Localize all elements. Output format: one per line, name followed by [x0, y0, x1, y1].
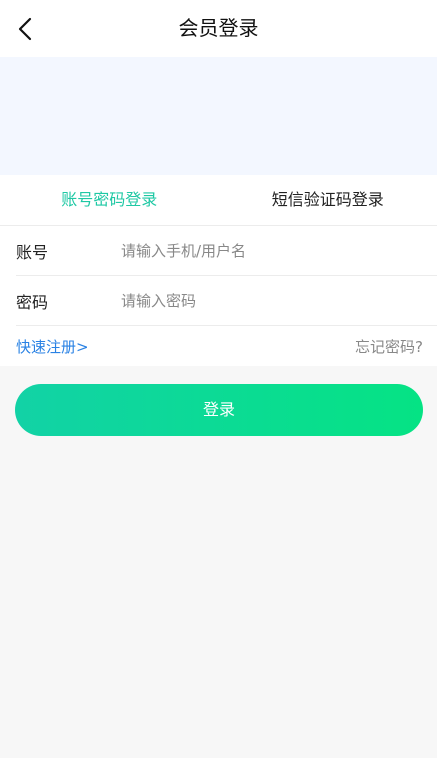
tab-sms-login[interactable]: 短信验证码登录 — [219, 175, 437, 225]
top-bar: 会员登录 — [0, 0, 437, 57]
quick-register-link[interactable]: 快速注册> — [16, 336, 89, 357]
account-row: 账号 — [16, 226, 437, 276]
password-input[interactable] — [121, 291, 437, 310]
account-input[interactable] — [121, 241, 437, 260]
login-form: 账号 密码 快速注册> 忘记密码? — [0, 226, 437, 366]
page-title: 会员登录 — [178, 16, 259, 40]
login-button[interactable]: 登录 — [15, 384, 423, 436]
banner-area — [0, 57, 437, 175]
chevron-left-icon — [18, 17, 32, 41]
login-tabs: 账号密码登录 短信验证码登录 — [0, 175, 437, 226]
account-label: 账号 — [16, 242, 49, 262]
tab-password-login[interactable]: 账号密码登录 — [0, 175, 219, 225]
back-button[interactable] — [10, 14, 40, 44]
password-row: 密码 — [16, 276, 437, 326]
forgot-password-link[interactable]: 忘记密码? — [355, 336, 423, 357]
password-label: 密码 — [16, 292, 49, 312]
form-links: 快速注册> 忘记密码? — [0, 326, 437, 366]
